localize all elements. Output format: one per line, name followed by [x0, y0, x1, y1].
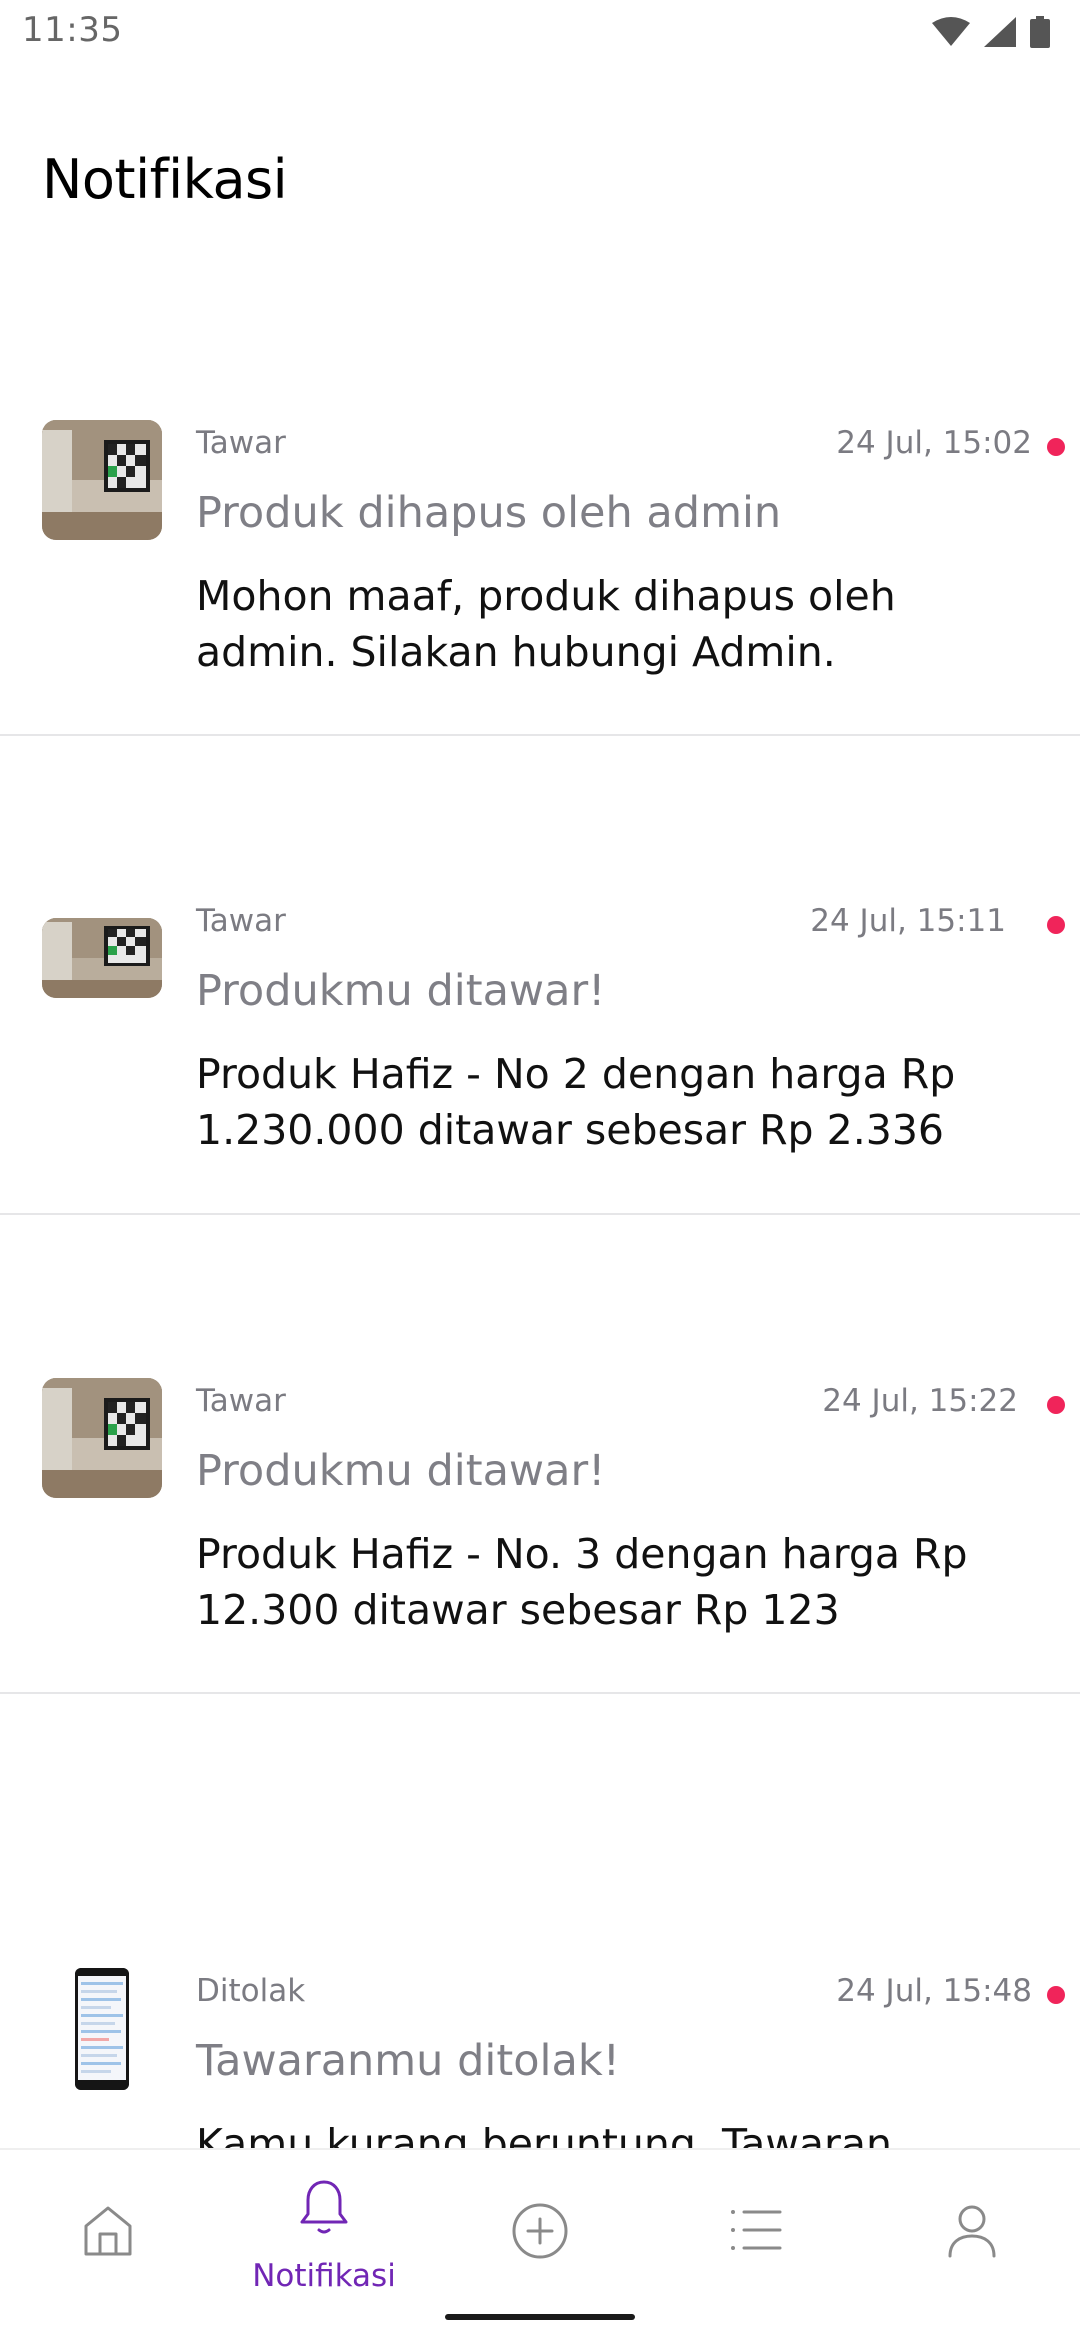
product-thumbnail-phone [75, 1968, 129, 2090]
notification-category: Tawar [196, 425, 286, 461]
notification-category: Ditolak [196, 1973, 306, 2009]
notification-screen: 11:35 Tawar 24 Jul, 15:02 Produk dihapus… [0, 0, 1080, 2340]
notification-category: Tawar [196, 903, 286, 939]
notification-body: Produk Hafiz - No. 3 dengan harga Rp 12.… [196, 1530, 968, 1634]
notification-item[interactable]: Tawar 24 Jul, 15:22 Produkmu ditawar! Pr… [0, 1216, 1080, 1696]
notification-time: 24 Jul, 15:22 [822, 1383, 1018, 1419]
nav-akun[interactable] [864, 2150, 1080, 2300]
tv-room-image [42, 1378, 162, 1498]
notification-body: Kamu kurang beruntung. Tawaran [196, 2120, 892, 2148]
divider [0, 1692, 1080, 1694]
product-thumbnail-tv-room [42, 1378, 162, 1498]
tv-room-image [42, 420, 162, 540]
nav-home[interactable] [0, 2150, 216, 2300]
user-icon [948, 2205, 996, 2258]
nav-notifikasi[interactable]: Notifikasi [216, 2150, 432, 2300]
notification-item[interactable]: Ditolak 24 Jul, 15:48 Tawaranmu ditolak!… [0, 1696, 1080, 2148]
bottom-navigation: Notifikasi [0, 2148, 1080, 2340]
notification-category: Tawar [196, 1383, 286, 1419]
notification-time: 24 Jul, 15:02 [836, 425, 1032, 461]
notification-list: Tawar 24 Jul, 15:02 Produk dihapus oleh … [0, 0, 1080, 2148]
home-icon [84, 2206, 132, 2256]
list-icon [731, 2210, 782, 2250]
notification-item[interactable]: Tawar 24 Jul, 15:02 Produk dihapus oleh … [0, 0, 1080, 736]
divider [0, 1213, 1080, 1215]
product-thumbnail-tv-room [42, 918, 162, 998]
notification-time: 24 Jul, 15:48 [836, 1973, 1032, 2009]
unread-dot [1047, 438, 1065, 456]
bell-icon [300, 2180, 348, 2234]
nav-label-notifikasi: Notifikasi [252, 2258, 396, 2294]
notification-title: Tawaranmu ditolak! [196, 2036, 620, 2086]
notification-title: Produkmu ditawar! [196, 1446, 606, 1496]
phone-screenshot-image [75, 1968, 129, 2090]
unread-dot [1047, 1396, 1065, 1414]
notification-time: 24 Jul, 15:11 [810, 903, 1006, 939]
notification-title: Produk dihapus oleh admin [196, 488, 782, 538]
nav-daftar-jual[interactable] [648, 2150, 864, 2300]
notification-body: Mohon maaf, produk dihapus oleh admin. S… [196, 572, 896, 676]
notification-title: Produkmu ditawar! [196, 966, 606, 1016]
unread-dot [1047, 1986, 1065, 2004]
product-thumbnail-tv-room [42, 420, 162, 540]
tv-room-image [42, 918, 162, 998]
unread-dot [1047, 916, 1065, 934]
page-title: Notifikasi [42, 148, 288, 211]
notification-item[interactable]: Tawar 24 Jul, 15:11 Produkmu ditawar! Pr… [0, 736, 1080, 1216]
plus-circle-icon [512, 2203, 568, 2259]
nav-jual[interactable] [432, 2150, 648, 2300]
home-indicator[interactable] [445, 2314, 635, 2320]
notification-body: Produk Hafiz - No 2 dengan harga Rp 1.23… [196, 1050, 956, 1154]
